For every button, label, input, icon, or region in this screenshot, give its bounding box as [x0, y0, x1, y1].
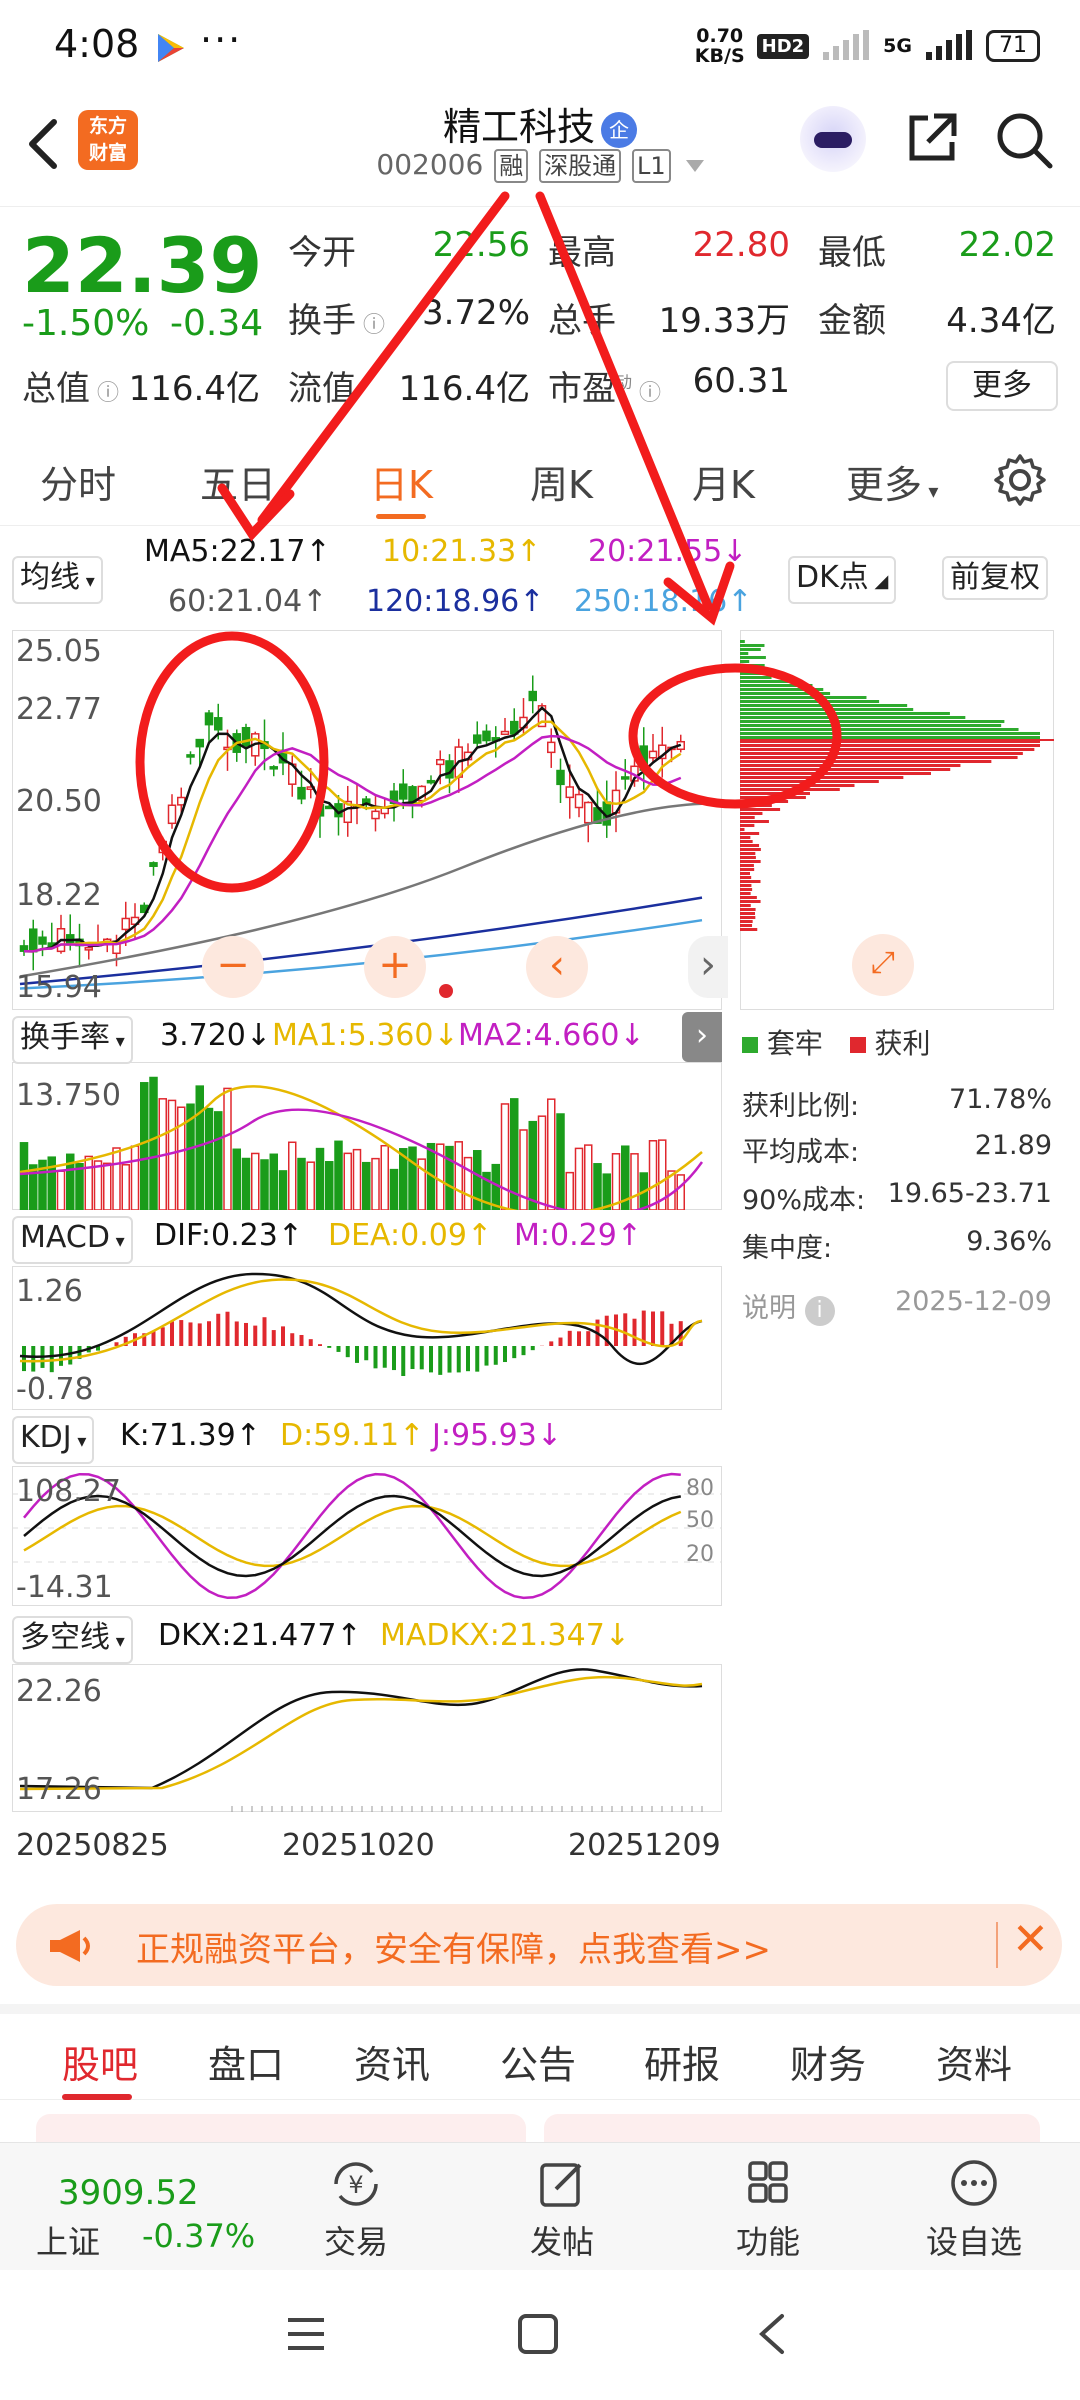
system-nav-bar: [0, 2270, 1080, 2400]
annotation-arrow-left: [257, 191, 510, 525]
banner-separator: [996, 1922, 998, 1968]
content-tabs: 股吧 盘口 资讯 公告 研报 财务 资料: [0, 2004, 1080, 2100]
index-name: 上证: [36, 2223, 101, 2261]
annotation-overlay: [135, 191, 842, 893]
post-button[interactable]: 发帖: [492, 2157, 632, 2263]
tab-announcements[interactable]: 公告: [500, 2034, 576, 2089]
tab-research[interactable]: 研报: [644, 2034, 720, 2089]
grid-icon: [748, 2161, 788, 2203]
banner-text: 正规融资平台，安全有保障，点我查看>>: [136, 1930, 771, 1970]
banner-close-icon[interactable]: ✕: [1012, 1914, 1049, 1965]
card-peek-left: [36, 2114, 526, 2144]
financing-banner[interactable]: 正规融资平台，安全有保障，点我查看>> ✕: [16, 1904, 1062, 1986]
content-tab-underline: [62, 2094, 132, 2100]
back-nav-icon[interactable]: [752, 2312, 792, 2356]
tab-pankou[interactable]: 盘口: [208, 2034, 284, 2089]
functions-button[interactable]: 功能: [698, 2157, 838, 2263]
home-icon[interactable]: [516, 2312, 560, 2356]
yuan-cycle-icon: ¥: [334, 2162, 378, 2206]
tab-profile[interactable]: 资料: [936, 2034, 1012, 2089]
megaphone-icon: [50, 1930, 90, 1962]
menu-icon[interactable]: [284, 2314, 328, 2354]
add-watchlist-button[interactable]: 设自选: [904, 2157, 1044, 2263]
index-value: 3909.52: [58, 2173, 199, 2213]
svg-text:¥: ¥: [348, 2171, 363, 2199]
tab-guba[interactable]: 股吧: [62, 2034, 138, 2089]
edit-icon: [540, 2163, 582, 2207]
tab-finance[interactable]: 财务: [790, 2034, 866, 2089]
index-change: -0.37%: [142, 2217, 256, 2255]
annotation-arrow-right: [535, 191, 713, 611]
annotation-circle-left: [135, 631, 329, 893]
bottom-toolbar: 3909.52 上证 -0.37% ¥ 交易 发帖 功能 设自选: [0, 2142, 1080, 2270]
tab-news[interactable]: 资讯: [354, 2034, 430, 2089]
more-dots-icon: [951, 2160, 997, 2206]
trade-button[interactable]: ¥ 交易: [286, 2157, 426, 2263]
annotation-circle-right: [628, 663, 842, 809]
card-peek-right: [544, 2114, 1040, 2144]
